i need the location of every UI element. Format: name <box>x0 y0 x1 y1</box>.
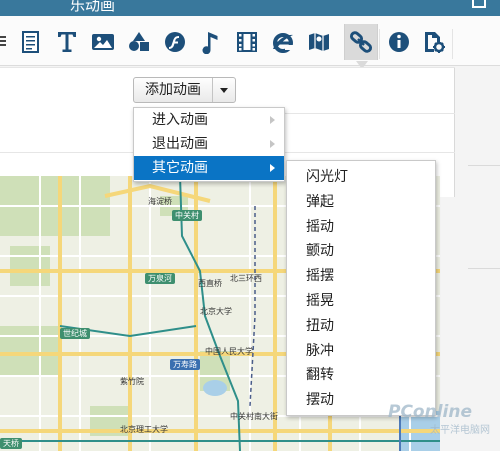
add-animation-label: 添加动画 <box>145 82 201 98</box>
video-icon[interactable] <box>230 24 264 60</box>
chevron-right-icon <box>270 164 275 172</box>
submenu-item[interactable]: 摇动 <box>287 215 435 240</box>
submenu-item[interactable]: 脉冲 <box>287 339 435 364</box>
map-label: 北京理工大学 <box>120 425 168 434</box>
submenu-item[interactable]: 翻转 <box>287 363 435 388</box>
map-label: 世纪城 <box>60 328 90 339</box>
menu-item-enter[interactable]: 进入动画 <box>134 108 284 132</box>
watermark-text: 太平洋电脑网 <box>430 425 490 436</box>
app-title: 乐动画 <box>70 0 116 14</box>
animation-menu: 进入动画 退出动画 其它动画 <box>133 107 285 182</box>
map-label: 万寿路 <box>170 359 200 370</box>
other-animation-submenu: 闪光灯 弹起 摇动 颤动 摇摆 摇晃 扭动 脉冲 翻转 摆动 <box>286 160 436 416</box>
info-icon[interactable] <box>382 24 416 60</box>
map-label: 中关村南大街 <box>230 412 278 421</box>
map-label: 万泉河 <box>145 273 175 284</box>
menu-item-exit[interactable]: 退出动画 <box>134 132 284 156</box>
toolbar <box>0 16 500 69</box>
chevron-down-icon[interactable] <box>220 88 228 93</box>
chevron-right-icon <box>270 116 275 124</box>
music-icon[interactable] <box>194 24 228 60</box>
link-icon[interactable] <box>344 24 378 69</box>
menu-item-label: 进入动画 <box>152 112 208 128</box>
submenu-item[interactable]: 扭动 <box>287 314 435 339</box>
map-label: 中国人民大学 <box>205 347 253 356</box>
button-separator <box>212 78 213 102</box>
settings-icon[interactable] <box>417 24 451 60</box>
menu-item-label: 其它动画 <box>152 160 208 176</box>
image-icon[interactable] <box>86 24 120 60</box>
flash-icon[interactable] <box>158 24 192 60</box>
map-label: 北京大学 <box>200 307 232 316</box>
map-label: 紫竹院 <box>120 377 144 386</box>
menu-item-label: 退出动画 <box>152 136 208 152</box>
map-label: 北三环西 <box>230 274 262 283</box>
divider <box>468 165 500 166</box>
submenu-item[interactable]: 颤动 <box>287 239 435 264</box>
submenu-item[interactable]: 摇晃 <box>287 289 435 314</box>
add-animation-button[interactable]: 添加动画 <box>133 77 236 103</box>
map-icon[interactable] <box>302 24 336 60</box>
chevron-right-icon <box>270 140 275 148</box>
watermark-logo: PConline <box>388 402 473 422</box>
title-bar: 乐动画 <box>0 0 500 16</box>
map-label: 天桥 <box>0 438 22 449</box>
ie-icon[interactable] <box>266 24 300 60</box>
divider <box>468 268 500 269</box>
window-button[interactable] <box>472 0 486 8</box>
map-label: 海淀桥 <box>148 197 172 206</box>
submenu-item[interactable]: 闪光灯 <box>287 165 435 190</box>
document-icon[interactable] <box>14 24 48 60</box>
map-label: 西直桥 <box>198 279 222 288</box>
menu-item-other[interactable]: 其它动画 <box>134 156 284 180</box>
list-icon[interactable] <box>0 24 8 60</box>
submenu-item[interactable]: 摇摆 <box>287 264 435 289</box>
submenu-item[interactable]: 弹起 <box>287 190 435 215</box>
map-label: 中关村 <box>172 210 202 221</box>
text-icon[interactable] <box>50 24 84 60</box>
shapes-icon[interactable] <box>122 24 156 60</box>
